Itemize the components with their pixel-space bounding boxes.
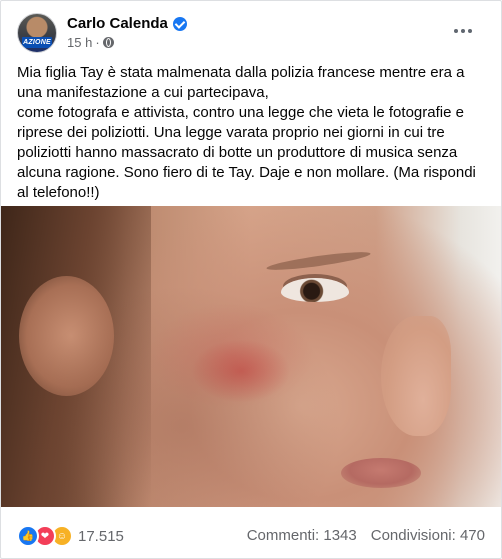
avatar-badge: AZIONE bbox=[22, 37, 52, 48]
author-name[interactable]: Carlo Calenda bbox=[67, 15, 168, 32]
verified-badge-icon bbox=[172, 16, 187, 31]
author-row: Carlo Calenda bbox=[67, 15, 187, 32]
reaction-count: 17.515 bbox=[78, 527, 124, 545]
post-header: AZIONE Carlo Calenda 15 h · bbox=[1, 1, 501, 61]
photo-shadow bbox=[1, 206, 501, 507]
comments-count[interactable]: Commenti: 1343 bbox=[247, 527, 357, 544]
dot bbox=[454, 29, 458, 33]
post-meta: 15 h · bbox=[67, 35, 114, 50]
meta-separator: · bbox=[95, 35, 100, 50]
post-footer: 👍 ❤ ☺ 17.515 Commenti: 1343 Condivisioni… bbox=[1, 513, 501, 553]
post-timestamp[interactable]: 15 h bbox=[67, 35, 92, 50]
more-options-icon[interactable] bbox=[451, 23, 475, 39]
engagement-stats: Commenti: 1343 Condivisioni: 470 bbox=[247, 527, 485, 544]
post-photo[interactable] bbox=[1, 206, 501, 507]
author-avatar[interactable]: AZIONE bbox=[17, 13, 57, 53]
shares-count[interactable]: Condivisioni: 470 bbox=[371, 527, 485, 544]
post-text: Mia figlia Tay è stata malmenata dalla p… bbox=[17, 64, 476, 201]
dot bbox=[461, 29, 465, 33]
like-icon: 👍 bbox=[17, 525, 39, 547]
globe-icon[interactable] bbox=[102, 37, 114, 48]
reactions-summary[interactable]: 👍 ❤ ☺ 17.515 bbox=[17, 525, 124, 547]
facebook-post: AZIONE Carlo Calenda 15 h · Mia figlia T… bbox=[0, 0, 502, 559]
dot bbox=[468, 29, 472, 33]
